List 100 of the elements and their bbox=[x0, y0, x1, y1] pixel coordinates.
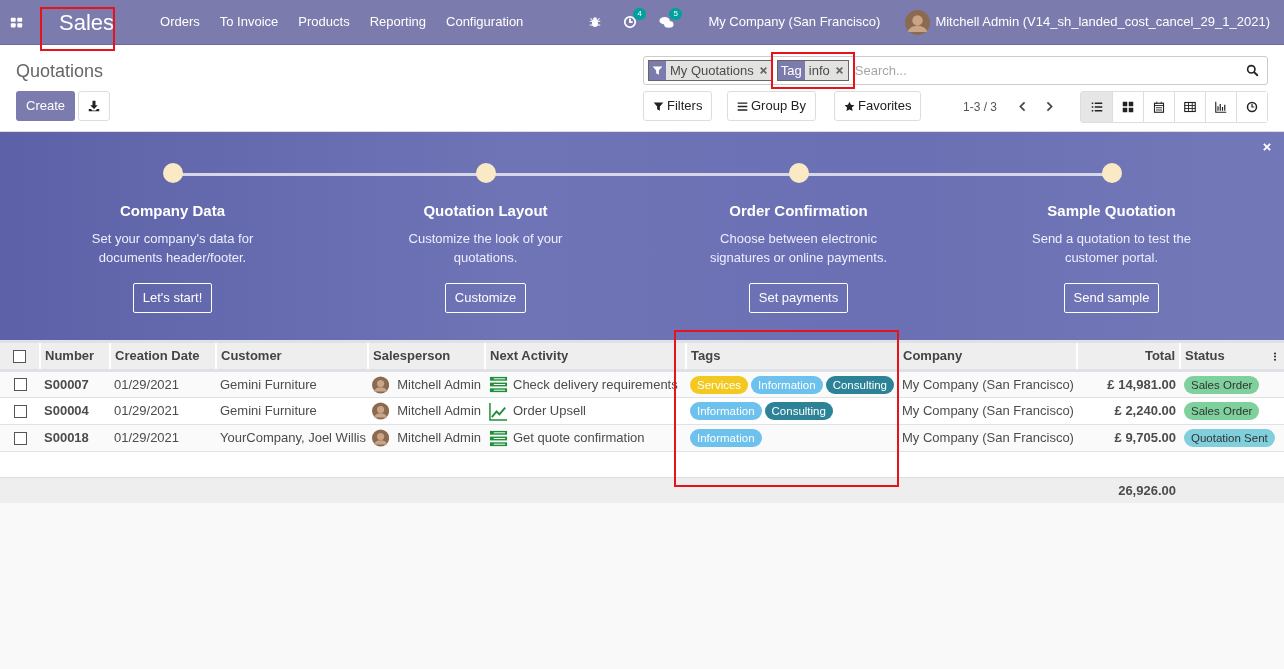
user-menu[interactable]: Mitchell Admin (V14_sh_landed_cost_cancel_29_1_2021) bbox=[935, 12, 1270, 32]
row-checkbox[interactable] bbox=[13, 404, 27, 418]
step-button[interactable]: Send sample bbox=[1063, 282, 1160, 313]
close-button[interactable] bbox=[1260, 140, 1274, 154]
table-cell: My Company (San Francisco) bbox=[902, 430, 1074, 446]
column-header[interactable]: Tags bbox=[691, 346, 721, 366]
tag-badge: Consulting bbox=[825, 375, 894, 394]
toolbar-button[interactable]: Group By bbox=[727, 91, 816, 121]
person-avatar bbox=[372, 375, 390, 394]
activity-link[interactable]: Order Upsell bbox=[513, 401, 586, 421]
menu-item[interactable]: To Invoice bbox=[219, 12, 279, 32]
tag-badge: Consulting bbox=[764, 402, 833, 420]
amount-total: £ 14,981.00 bbox=[1107, 376, 1176, 392]
view-switch-button[interactable] bbox=[1081, 92, 1112, 122]
clock-view-icon bbox=[1246, 101, 1258, 113]
amount-total: £ 9,705.00 bbox=[1114, 430, 1176, 446]
pager-value: 1-3 / 3 bbox=[963, 99, 998, 116]
chat-bubbles-icon bbox=[659, 14, 675, 30]
table-cell-text: Mitchell Admin bbox=[397, 375, 481, 394]
tag-badge: Services bbox=[690, 375, 749, 394]
menu-item[interactable]: Orders bbox=[160, 12, 200, 32]
sum-total: 26,926.00 bbox=[1118, 482, 1176, 498]
tag-badge: Information bbox=[690, 402, 762, 420]
remove-icon bbox=[834, 66, 844, 75]
search-facet[interactable]: Tag info bbox=[776, 60, 849, 81]
table-cell: 01/29/2021 bbox=[114, 376, 180, 392]
list-icon bbox=[737, 100, 748, 112]
tag-badge: Information bbox=[690, 429, 762, 447]
row-checkbox[interactable] bbox=[13, 378, 27, 391]
facet-value: info bbox=[808, 61, 830, 80]
counter-badge: 5 bbox=[669, 7, 682, 20]
menu-item[interactable]: Products bbox=[298, 12, 350, 32]
column-header[interactable]: Customer bbox=[221, 346, 282, 366]
bar-chart-view-icon bbox=[1215, 101, 1227, 113]
close-icon bbox=[1262, 142, 1272, 152]
download-icon bbox=[88, 100, 100, 112]
table-cell: Gemini Furniture bbox=[220, 403, 317, 419]
column-header[interactable]: Total bbox=[1144, 346, 1175, 366]
step-button[interactable]: Customize bbox=[444, 282, 527, 313]
search-field[interactable]: My Quotations Tag info Search... bbox=[643, 56, 1268, 85]
order-number: S00004 bbox=[44, 403, 89, 419]
user-avatar bbox=[905, 9, 931, 35]
step-button[interactable]: Set payments bbox=[748, 282, 849, 313]
column-header[interactable]: Creation Date bbox=[115, 346, 200, 366]
facet-value: My Quotations bbox=[670, 61, 754, 80]
column-header[interactable]: Company bbox=[903, 346, 963, 366]
counter-badge: 4 bbox=[633, 8, 646, 20]
person-avatar bbox=[372, 429, 390, 447]
column-header[interactable]: Status bbox=[1185, 346, 1225, 366]
calendar-view-icon bbox=[1153, 101, 1165, 113]
bug-icon bbox=[589, 16, 602, 28]
person-avatar bbox=[372, 402, 390, 420]
activity-clock-icon bbox=[623, 15, 638, 29]
page-title: Quotations bbox=[16, 60, 104, 83]
step-description: Set your company's data for documents header/footer. bbox=[90, 229, 255, 267]
menu-item[interactable]: Configuration bbox=[446, 12, 524, 32]
column-header[interactable]: Salesperson bbox=[373, 346, 451, 366]
column-header[interactable]: Number bbox=[45, 346, 95, 366]
table-cell: 01/29/2021 bbox=[114, 403, 180, 419]
filter-icon bbox=[652, 65, 663, 76]
step-description: Send a quotation to test the customer portal. bbox=[1031, 229, 1192, 267]
activity-list-icon bbox=[489, 375, 508, 394]
step-title: Company Data bbox=[120, 201, 225, 221]
table-cell: YourCompany, Joel Willis bbox=[220, 430, 366, 446]
order-number: S00007 bbox=[44, 376, 89, 392]
table-view-icon bbox=[1184, 101, 1196, 113]
facet-field-label: Tag bbox=[777, 61, 805, 80]
step-button[interactable]: Let's start! bbox=[132, 282, 213, 313]
view-switch-button[interactable] bbox=[1236, 92, 1267, 122]
step-title: Sample Quotation bbox=[1047, 201, 1176, 221]
row-checkbox[interactable] bbox=[13, 349, 26, 363]
trend-chart-icon bbox=[489, 401, 508, 421]
search-facet[interactable]: My Quotations bbox=[648, 60, 773, 81]
filter-icon bbox=[653, 100, 664, 112]
table-cell-text: Mitchell Admin bbox=[397, 429, 481, 448]
order-number: S00018 bbox=[44, 430, 89, 446]
company-switcher[interactable]: My Company (San Francisco) bbox=[708, 12, 881, 32]
kanban-view-icon bbox=[1122, 101, 1134, 113]
amount-total: £ 2,240.00 bbox=[1114, 403, 1176, 419]
status-badge: Sales Order bbox=[1184, 375, 1260, 394]
apps-menu-icon bbox=[10, 15, 23, 29]
table-cell: 01/29/2021 bbox=[114, 430, 180, 446]
table-cell: My Company (San Francisco) bbox=[902, 376, 1074, 392]
toolbar-button[interactable]: Filters bbox=[643, 91, 713, 121]
row-checkbox[interactable] bbox=[13, 431, 27, 445]
create-button[interactable]: Create bbox=[16, 91, 76, 121]
activity-list-icon bbox=[489, 428, 508, 448]
step-description: Customize the look of your quotations. bbox=[407, 229, 564, 267]
step-description: Choose between electronic signatures or online payments. bbox=[708, 229, 888, 267]
app-title[interactable]: Sales bbox=[59, 5, 115, 39]
star-icon bbox=[844, 100, 855, 112]
menu-item[interactable]: Reporting bbox=[369, 12, 426, 32]
table-cell-text: Mitchell Admin bbox=[397, 402, 481, 421]
search-icon bbox=[1246, 64, 1259, 77]
toolbar-button[interactable]: Favorites bbox=[834, 91, 922, 121]
activity-link[interactable]: Get quote confirmation bbox=[513, 428, 645, 448]
download-button[interactable] bbox=[78, 91, 110, 121]
step-title: Order Confirmation bbox=[729, 201, 868, 221]
column-header[interactable]: Next Activity bbox=[490, 346, 569, 366]
remove-icon bbox=[758, 66, 768, 75]
